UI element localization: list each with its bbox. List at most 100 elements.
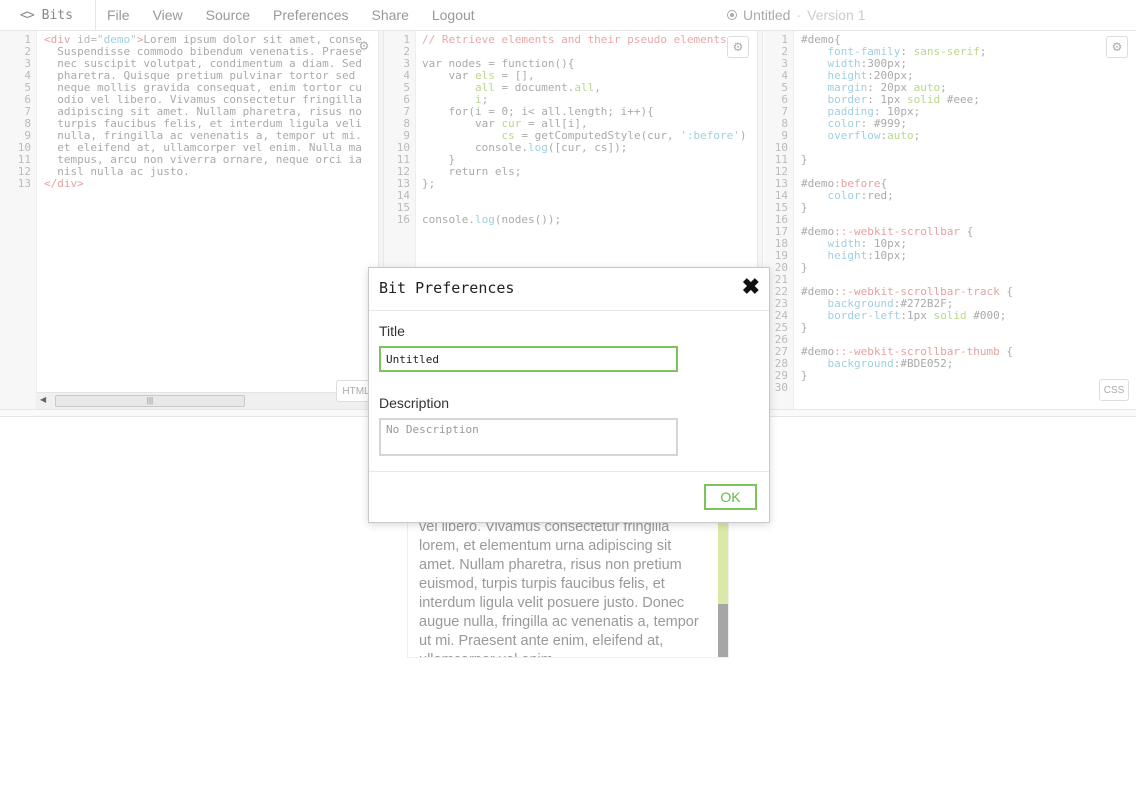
line-number: 2 [781,45,788,58]
line-number: 6 [403,93,410,106]
code-area[interactable]: #demo{ font-family: sans-serif; width:30… [801,34,1136,409]
line-number: 5 [403,81,410,94]
line-number: 1 [403,33,410,46]
code-area[interactable]: <div id="demo">Lorem ipsum dolor sit ame… [44,34,378,409]
code-line: }; [422,178,757,190]
bit-title[interactable]: Untitled [743,7,790,23]
menu-source[interactable]: Source [206,7,250,23]
horizontal-scrollbar[interactable]: ◀ ||| [37,392,378,409]
dialog-title: Bit Preferences [379,279,515,297]
dialog-header: Bit Preferences ✖ [369,268,769,311]
code-token: } [801,321,808,334]
code-line: console.log([cur, cs]); [422,142,757,154]
code-token: } [801,369,808,382]
code-token: { [959,225,974,238]
line-number: 3 [781,57,788,70]
css-editor[interactable]: 1 2 3 4 5 6 7 8 9 10 11 12 13 14 15 16 17 18 19 20 21 22 23 24 2… [764,31,1136,409]
dialog-body: Title Description [369,311,769,472]
scrollbar-thumb[interactable] [718,574,728,604]
code-token: height [827,249,868,262]
preview-text: vel libero. Vivamus consectetur fringill… [419,519,699,657]
line-number: 3 [403,57,410,70]
line-number: 7 [403,105,410,118]
code-token: (nodes()); [494,213,562,226]
code-token: } [801,261,808,274]
bit-version: Version 1 [807,7,866,23]
code-token: background [827,357,894,370]
code-line: overflow:auto; [801,130,1136,142]
dialog-footer: OK [369,472,769,522]
code-token: = document. [494,81,575,94]
code-token: }; [422,177,436,190]
line-number: 4 [781,69,788,82]
menu-view[interactable]: View [153,7,183,23]
app-logo[interactable]: <> Bits [0,0,96,31]
code-brackets-icon: <> [20,7,35,23]
code-token: { [999,285,1013,298]
css-mode-label: CSS [1099,379,1129,401]
code-line: } [801,202,1136,214]
code-line: console.log(nodes()); [422,214,757,226]
gear-icon[interactable]: ⚙ [1106,36,1128,58]
code-line: } [801,370,1136,382]
code-token: :#BDE052; [893,357,954,370]
code-token: overflow [827,129,881,142]
gear-icon[interactable]: ⚙ [353,35,375,57]
code-token: :10px; [867,249,907,262]
line-number: 5 [781,81,788,94]
code-line: } [801,322,1136,334]
menu-file[interactable]: File [107,7,130,23]
description-input[interactable] [379,418,678,456]
line-number: 4 [403,69,410,82]
bit-status: Untitled · Version 1 [727,7,866,23]
top-bar: <> Bits File View Source Preferences Sha… [0,0,1136,31]
code-token: ; [979,45,987,58]
code-token: { [999,345,1013,358]
line-number: 8 [781,117,788,130]
menu-share[interactable]: Share [372,7,409,23]
line-number: 16 [396,213,410,226]
line-gutter: 1 2 3 4 5 6 7 8 9 10 11 12 13 [0,31,37,409]
code-token: :1px [900,309,934,322]
code-token: sans-serif [913,45,980,58]
code-line: border-left:1px solid #000; [801,310,1136,322]
code-token: :red; [860,189,894,202]
code-line: } [801,262,1136,274]
code-token: color [827,189,861,202]
gear-icon[interactable]: ⚙ [727,36,749,58]
title-input[interactable] [379,346,678,372]
record-icon [727,10,737,20]
main-menu: File View Source Preferences Share Logou… [96,0,487,31]
line-number: 13 [17,177,31,190]
line-number: 8 [403,117,410,130]
ok-button[interactable]: OK [704,484,757,510]
menu-logout[interactable]: Logout [432,7,475,23]
scrollbar-track [718,604,728,657]
preview-demo-box: vel libero. Vivamus consectetur fringill… [407,510,729,658]
menu-preferences[interactable]: Preferences [273,7,348,23]
code-token: console. [422,213,475,226]
code-line: return els; [422,166,757,178]
description-label: Description [379,395,450,411]
html-editor[interactable]: 1 2 3 4 5 6 7 8 9 10 11 12 13 <div id="demo">Lorem i… [0,31,378,409]
code-token: } [801,153,808,166]
code-token: // Retrieve elements and their pseudo el… [422,34,727,46]
line-number: 6 [781,93,788,106]
code-line: } [801,154,1136,166]
code-token: ([cur, cs]); [547,141,628,154]
preview-scrollbar[interactable] [718,510,728,657]
scroll-left-arrow-icon[interactable]: ◀ [40,395,46,404]
bit-separator: · [796,7,802,23]
code-token: ) [739,129,747,142]
code-token: </div> [44,177,84,190]
code-token: all [574,81,595,94]
close-icon[interactable]: ✖ [742,274,760,300]
app-name: Bits [41,7,73,23]
code-token: ':before' [680,129,740,142]
code-token: log [527,141,548,154]
scrollbar-thumb[interactable]: ||| [55,395,245,407]
bit-preferences-dialog: Bit Preferences ✖ Title Description OK [368,267,770,523]
code-token: #000; [966,309,1007,322]
